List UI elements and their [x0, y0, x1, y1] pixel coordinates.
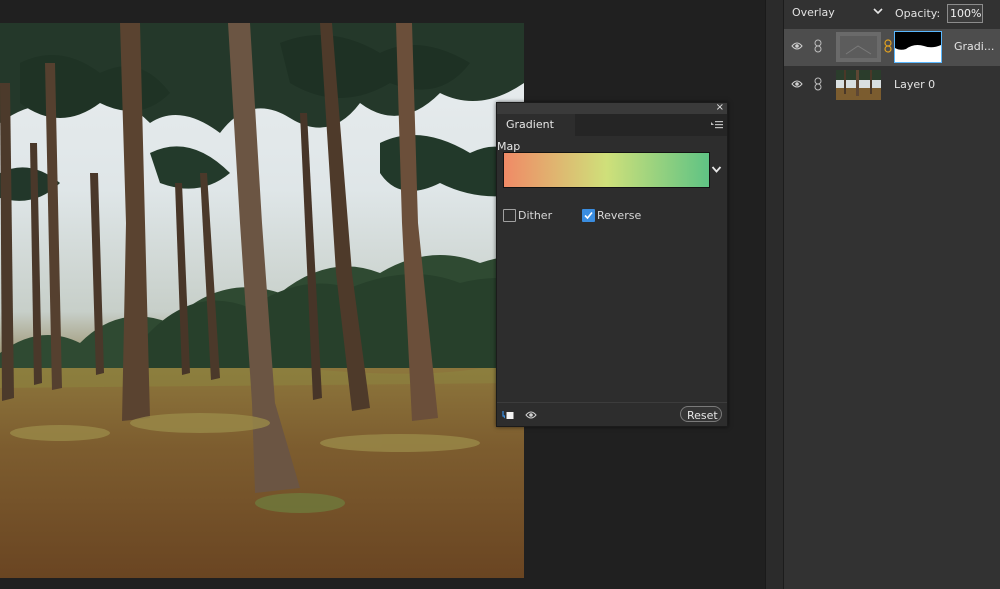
- reverse-checkbox[interactable]: [582, 209, 595, 222]
- forest-photo: [0, 23, 524, 578]
- checkmark-icon: [584, 211, 593, 220]
- dialog-tab-strip: Gradient Map: [497, 114, 727, 153]
- layer-name-gradient-map[interactable]: Gradi...: [954, 40, 994, 53]
- panel-menu-icon[interactable]: [711, 120, 723, 130]
- tab-gradient-map[interactable]: Gradient Map: [497, 114, 575, 153]
- eye-icon[interactable]: [791, 79, 803, 89]
- layer-mask-thumbnail[interactable]: [894, 31, 942, 63]
- close-icon[interactable]: ×: [716, 102, 724, 113]
- eye-icon[interactable]: [791, 41, 803, 51]
- reverse-label[interactable]: Reverse: [597, 209, 641, 222]
- dither-label[interactable]: Dither: [518, 209, 552, 222]
- link-icon[interactable]: [814, 39, 822, 53]
- forest-photo-canvas[interactable]: [0, 23, 524, 578]
- dither-checkbox[interactable]: [503, 209, 516, 222]
- dialog-footer: Reset: [497, 402, 727, 427]
- layer-name-layer-0[interactable]: Layer 0: [894, 78, 935, 91]
- panel-gutter: [765, 0, 784, 589]
- layer-row-layer-0[interactable]: Layer 0: [784, 67, 1000, 103]
- gradient-map-dialog: × Gradient Map Dither Reverse Reset: [496, 102, 728, 427]
- blend-mode-dropdown[interactable]: Overlay: [792, 6, 835, 19]
- blend-options-bar: Overlay Opacity: 100%: [784, 0, 1000, 30]
- chevron-down-icon[interactable]: [872, 5, 884, 17]
- gradient-map-adjustment-thumbnail[interactable]: [836, 32, 881, 62]
- layer-row-gradient-map[interactable]: Gradi...: [784, 29, 1000, 66]
- layer-0-thumbnail[interactable]: [836, 70, 881, 100]
- reset-button[interactable]: Reset: [680, 406, 722, 422]
- clip-to-layer-icon[interactable]: [502, 409, 514, 420]
- visibility-icon[interactable]: [525, 410, 537, 420]
- dialog-titlebar[interactable]: ×: [497, 102, 727, 114]
- link-icon[interactable]: [814, 77, 822, 91]
- opacity-label: Opacity:: [895, 7, 941, 20]
- chevron-down-icon[interactable]: [711, 165, 722, 174]
- layers-panel: Overlay Opacity: 100% Gradi... Layer 0: [783, 0, 1000, 589]
- mask-link-icon[interactable]: [884, 39, 892, 53]
- opacity-input[interactable]: 100%: [947, 4, 983, 23]
- gradient-preview-bar[interactable]: [503, 152, 710, 188]
